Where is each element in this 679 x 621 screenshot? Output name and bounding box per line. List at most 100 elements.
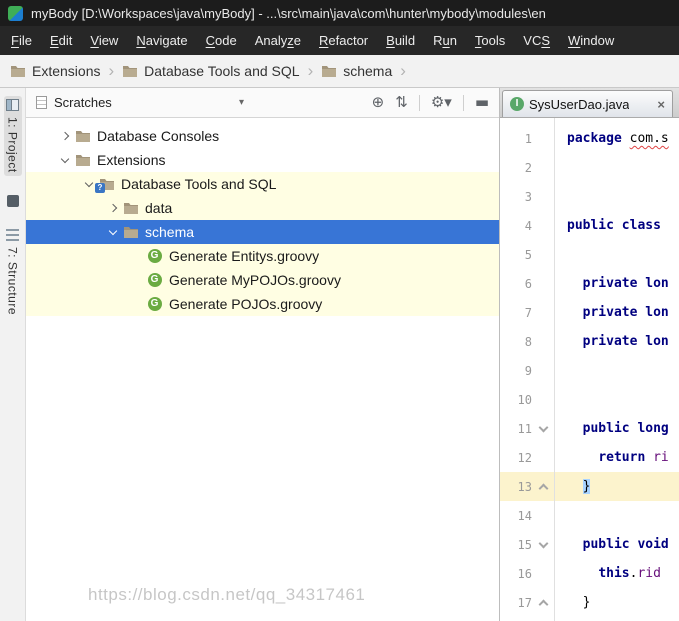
editor-body[interactable]: 1 package com.s 2 3 4 public class 5 6 private… — [500, 118, 679, 621]
collapse-arrow-icon[interactable] — [56, 154, 74, 164]
code-text: private lon — [582, 334, 669, 349]
project-tool-icon — [6, 99, 19, 111]
line-number: 6 — [524, 276, 532, 291]
tree-item-generate-entitys-groovy[interactable]: G Generate Entitys.groovy — [26, 244, 499, 268]
code-line-2[interactable]: 2 — [500, 153, 679, 182]
expand-arrow-icon[interactable] — [104, 203, 122, 213]
menu-item-build[interactable]: Build — [377, 26, 424, 55]
line-number: 14 — [517, 508, 532, 523]
hide-icon[interactable]: ▬ — [475, 95, 489, 110]
line-number: 16 — [517, 566, 532, 581]
toolwindow-button-7-structure[interactable]: 7: Structure — [4, 226, 22, 318]
tree-item-extensions[interactable]: Extensions — [26, 148, 499, 172]
menu-item-analyze[interactable]: Analyze — [246, 26, 310, 55]
menu-item-edit[interactable]: Edit — [41, 26, 81, 55]
editor-panel: I SysUserDao.java × 1 package com.s 2 3 4 pub… — [500, 88, 679, 621]
tree-item-label: Database Tools and SQL — [121, 176, 277, 192]
menu-item-navigate[interactable]: Navigate — [127, 26, 196, 55]
line-number: 12 — [517, 450, 532, 465]
scratches-icon — [36, 96, 47, 109]
code-line-9[interactable]: 9 — [500, 356, 679, 385]
code-text: } — [582, 595, 591, 610]
code-line-8[interactable]: 8 private lon — [500, 327, 679, 356]
code-line-3[interactable]: 3 — [500, 182, 679, 211]
fold-down-icon[interactable] — [532, 538, 554, 548]
folder-icon — [122, 200, 139, 216]
code-line-12[interactable]: 12 return ri — [500, 443, 679, 472]
menu-item-file[interactable]: File — [2, 26, 41, 55]
plugin-folder-icon: ? — [95, 176, 115, 193]
collapse-all-icon[interactable]: ⇅ — [395, 95, 408, 110]
menu-item-view[interactable]: View — [81, 26, 127, 55]
code-line-13[interactable]: 13 } — [500, 472, 679, 501]
code-line-6[interactable]: 6 private lon — [500, 269, 679, 298]
editor-tab[interactable]: I SysUserDao.java × — [502, 90, 673, 117]
code-line-10[interactable]: 10 — [500, 385, 679, 414]
code-text: public class — [567, 218, 669, 233]
expand-arrow-icon[interactable] — [56, 131, 74, 141]
tree-item-label: Generate POJOs.groovy — [169, 296, 323, 312]
tree-item-database-tools-and-sql[interactable]: ? Database Tools and SQL — [26, 172, 499, 196]
scope-selector[interactable]: Scratches ▾ — [36, 95, 244, 110]
line-number: 4 — [524, 218, 532, 233]
fold-down-icon[interactable] — [532, 422, 554, 432]
fold-up-icon[interactable] — [532, 482, 554, 493]
menu-item-refactor[interactable]: Refactor — [310, 26, 377, 55]
menu-item-vcs[interactable]: VCS — [514, 26, 559, 55]
breadcrumb-separator: › — [108, 61, 115, 80]
tree-item-label: schema — [145, 224, 195, 240]
tree-item-generate-mypojos-groovy[interactable]: G Generate MyPOJOs.groovy — [26, 268, 499, 292]
code-text: private lon — [582, 305, 669, 320]
code-line-5[interactable]: 5 — [500, 240, 679, 269]
tree-item-label: Generate Entitys.groovy — [169, 248, 320, 264]
tree-item-label: Generate MyPOJOs.groovy — [169, 272, 341, 288]
collapse-arrow-icon[interactable] — [104, 226, 122, 236]
code-line-7[interactable]: 7 private lon — [500, 298, 679, 327]
main-area: 1: Project 7: Structure Scratches ▾ ⊕ ⇅ ⚙▾ ▬… — [0, 88, 679, 621]
breadcrumb-label: Database Tools and SQL — [144, 63, 300, 79]
code-line-17[interactable]: 17 } — [500, 588, 679, 617]
breadcrumb: Extensions › Database Tools and SQL › schema… — [0, 55, 679, 88]
code-line-4[interactable]: 4 public class — [500, 211, 679, 240]
menu-item-run[interactable]: Run — [424, 26, 466, 55]
code-line-16[interactable]: 16 this.rid — [500, 559, 679, 588]
locate-icon[interactable]: ⊕ — [372, 95, 385, 110]
fold-up-icon[interactable] — [532, 598, 554, 609]
line-number: 11 — [517, 421, 532, 436]
code-line-15[interactable]: 15 public void — [500, 530, 679, 559]
project-tree: Database Consoles Extensions? Database Too… — [26, 118, 499, 621]
folder-icon — [122, 224, 139, 240]
breadcrumb-separator: › — [400, 61, 406, 80]
line-number: 5 — [524, 247, 532, 262]
project-toolbar: Scratches ▾ ⊕ ⇅ ⚙▾ ▬ — [26, 88, 499, 118]
code-text: public long — [582, 421, 669, 436]
code-line-11[interactable]: 11 public long — [500, 414, 679, 443]
breadcrumb-item-database-tools-and-sql[interactable]: Database Tools and SQL — [122, 63, 300, 79]
code-text: private lon — [582, 276, 669, 291]
code-line-1[interactable]: 1 package com.s — [500, 124, 679, 153]
tree-item-database-consoles[interactable]: Database Consoles — [26, 124, 499, 148]
tree-item-data[interactable]: data — [26, 196, 499, 220]
breadcrumb-item-schema[interactable]: schema — [321, 63, 392, 79]
folder-icon — [10, 65, 26, 78]
line-number: 3 — [524, 189, 532, 204]
line-number: 17 — [517, 595, 532, 610]
toolbar-divider — [462, 94, 464, 111]
code-line-14[interactable]: 14 — [500, 501, 679, 530]
tool-strip: 1: Project 7: Structure — [0, 88, 26, 621]
line-number: 7 — [524, 305, 532, 320]
tree-item-label: Extensions — [97, 152, 166, 168]
breadcrumb-item-extensions[interactable]: Extensions — [10, 63, 100, 79]
tree-item-schema[interactable]: schema — [26, 220, 499, 244]
settings-icon[interactable]: ⚙▾ — [431, 95, 452, 110]
tree-item-generate-pojos-groovy[interactable]: G Generate POJOs.groovy — [26, 292, 499, 316]
menu-item-tools[interactable]: Tools — [466, 26, 514, 55]
close-icon[interactable]: × — [657, 97, 665, 112]
toolwindow-button-1-project[interactable]: 1: Project — [3, 96, 22, 176]
code-text: package com.s — [567, 131, 669, 146]
menu-item-code[interactable]: Code — [197, 26, 246, 55]
toolwindow-button[interactable] — [5, 192, 21, 210]
menu-item-window[interactable]: Window — [559, 26, 623, 55]
interface-icon: I — [510, 97, 524, 111]
code-text: public void — [582, 537, 669, 552]
